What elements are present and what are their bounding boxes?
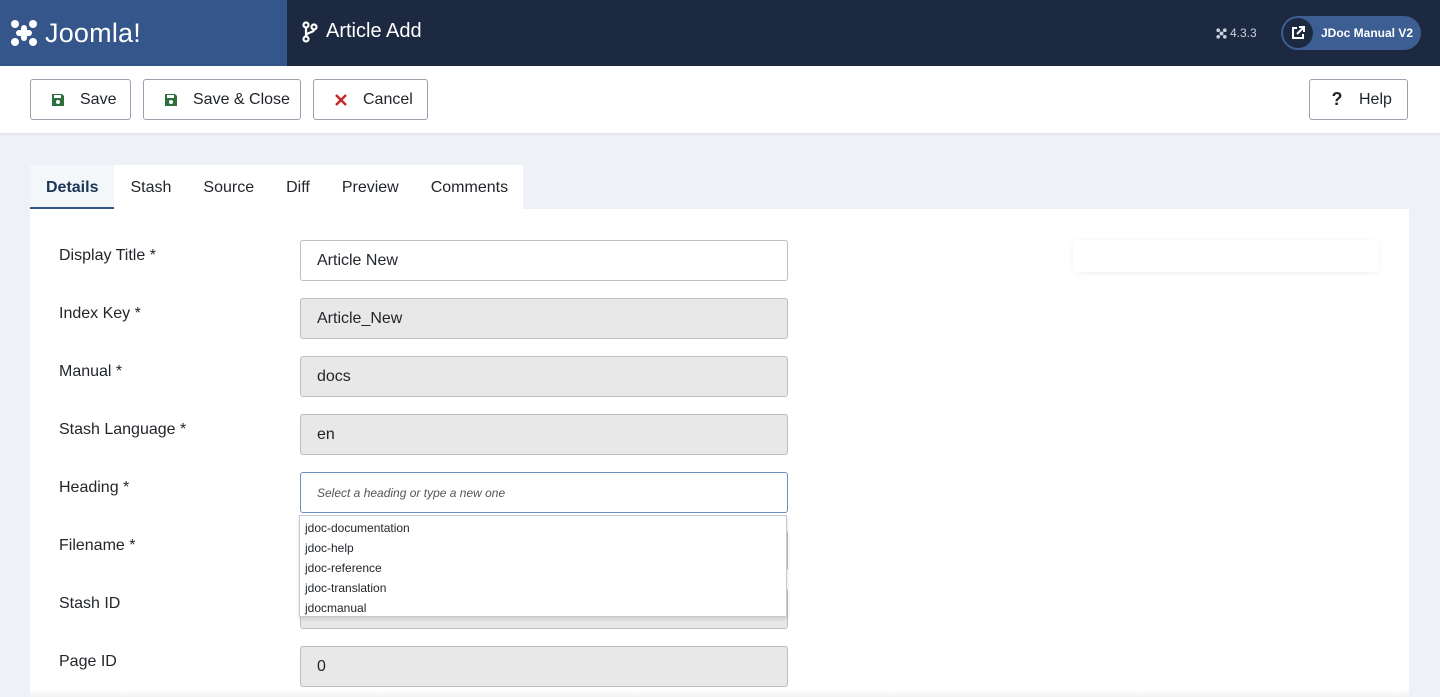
heading-option[interactable]: jdocmanual: [300, 598, 786, 618]
heading-label: Heading *: [59, 479, 130, 496]
site-link-button[interactable]: JDoc Manual V2: [1281, 16, 1421, 50]
save-label: Save: [80, 90, 117, 108]
top-header: Joomla! Article Add 4.3.3 JDoc Manual V2: [0, 0, 1440, 66]
stash-id-label: Stash ID: [59, 595, 121, 612]
joomla-small-icon: [1216, 27, 1227, 39]
filename-label: Filename *: [59, 537, 136, 554]
tab-diff[interactable]: Diff: [270, 165, 326, 210]
index-key-input[interactable]: Article_New: [300, 298, 788, 339]
joomla-logo-icon: [11, 20, 37, 46]
page-id-label: Page ID: [59, 653, 117, 670]
page-title-area: Article Add: [302, 20, 422, 43]
help-button[interactable]: ? Help: [1309, 79, 1408, 120]
stash-language-label: Stash Language *: [59, 421, 187, 438]
help-label: Help: [1359, 90, 1392, 108]
joomla-logo[interactable]: Joomla!: [0, 0, 287, 66]
tab-comments[interactable]: Comments: [415, 165, 524, 210]
cancel-button[interactable]: Cancel: [313, 79, 428, 120]
heading-input[interactable]: Select a heading or type a new one: [300, 472, 788, 513]
cancel-label: Cancel: [363, 90, 413, 108]
external-link-icon: [1283, 18, 1313, 48]
tab-preview[interactable]: Preview: [326, 165, 415, 210]
save-close-button[interactable]: Save & Close: [143, 79, 301, 120]
close-icon: [333, 92, 349, 108]
question-icon: ?: [1331, 89, 1343, 109]
manual-input[interactable]: docs: [300, 356, 788, 397]
branch-icon: [302, 20, 318, 43]
save-icon: [50, 92, 66, 108]
heading-option[interactable]: jdoc-documentation: [300, 518, 786, 538]
logo-text: Joomla!: [45, 17, 141, 48]
display-title-input[interactable]: Article New: [300, 240, 788, 281]
display-title-label: Display Title *: [59, 247, 156, 264]
tab-bar: Details Stash Source Diff Preview Commen…: [30, 165, 523, 210]
tab-source[interactable]: Source: [187, 165, 270, 210]
page-title: Article Add: [326, 20, 422, 42]
tab-details[interactable]: Details: [30, 165, 115, 210]
heading-option[interactable]: jdoc-translation: [300, 578, 786, 598]
side-card: [1073, 240, 1379, 272]
version-text: 4.3.3: [1230, 26, 1257, 40]
save-icon: [163, 92, 179, 108]
stash-language-input[interactable]: en: [300, 414, 788, 455]
save-close-label: Save & Close: [193, 90, 290, 108]
index-key-label: Index Key *: [59, 305, 141, 322]
tab-stash[interactable]: Stash: [114, 165, 187, 210]
save-button[interactable]: Save: [30, 79, 131, 120]
site-link-label: JDoc Manual V2: [1321, 26, 1414, 40]
manual-label: Manual *: [59, 363, 123, 380]
heading-option[interactable]: jdoc-reference: [300, 558, 786, 578]
version-info: 4.3.3: [1216, 26, 1257, 40]
bottom-shadow: [30, 690, 1409, 697]
heading-option[interactable]: jdoc-help: [300, 538, 786, 558]
toolbar: Save Save & Close Cancel ? Help: [0, 66, 1440, 133]
page-id-input[interactable]: 0: [300, 646, 788, 687]
heading-dropdown: jdoc-documentation jdoc-help jdoc-refere…: [299, 515, 787, 617]
